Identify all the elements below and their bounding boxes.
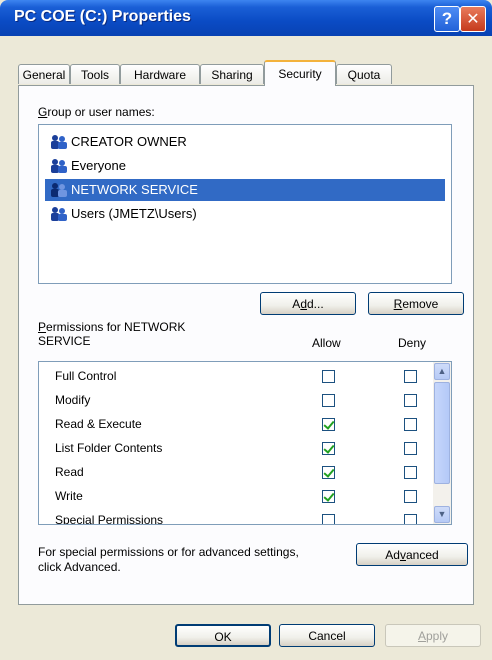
properties-dialog: PC COE (C:) Properties ? ✕ General Tools… [0,0,492,660]
permission-row: Special Permissions [39,509,433,524]
advanced-button[interactable]: Advanced [356,543,468,566]
help-icon: ? [441,9,453,28]
permission-row: Modify [39,389,433,414]
deny-checkbox[interactable] [404,394,417,407]
list-item[interactable]: Users (JMETZ\Users) [45,203,445,225]
tab-sharing[interactable]: Sharing [200,64,264,84]
cancel-button[interactable]: Cancel [279,624,375,647]
list-item[interactable]: CREATOR OWNER [45,131,445,153]
deny-checkbox[interactable] [404,418,417,431]
tab-tools[interactable]: Tools [70,64,120,84]
group-names-label: Group or user names: [38,105,155,119]
permissions-list[interactable]: Full Control Modify Read & Execute List … [38,361,452,525]
allow-checkbox[interactable] [322,370,335,383]
allow-checkbox[interactable] [322,466,335,479]
close-icon: ✕ [466,9,480,28]
permission-row: Full Control [39,365,433,390]
permission-row: Write [39,485,433,510]
user-list[interactable]: CREATOR OWNER Everyone NETWORK SERVICE U… [38,124,452,284]
tab-general[interactable]: General [18,64,70,84]
deny-column-header: Deny [398,336,427,350]
help-button[interactable]: ? [434,6,460,32]
deny-checkbox[interactable] [404,442,417,455]
allow-checkbox[interactable] [322,442,335,455]
deny-checkbox[interactable] [404,490,417,503]
deny-checkbox[interactable] [404,466,417,479]
permissions-label: Permissions for NETWORK SERVICE [38,320,186,348]
permission-row: List Folder Contents [39,437,433,462]
user-group-icon [51,183,67,197]
allow-checkbox[interactable] [322,418,335,431]
scroll-thumb[interactable] [434,382,450,484]
list-item[interactable]: Everyone [45,155,445,177]
scroll-up-arrow-icon[interactable]: ▲ [434,363,450,380]
deny-checkbox[interactable] [404,514,417,524]
tab-security[interactable]: Security [264,60,336,86]
user-group-icon [51,135,67,149]
permission-row: Read & Execute [39,413,433,438]
user-group-icon [51,159,67,173]
ok-button[interactable]: OK [175,624,271,647]
tab-quota[interactable]: Quota [336,64,392,84]
allow-checkbox[interactable] [322,514,335,524]
permission-row: Read [39,461,433,486]
tab-hardware[interactable]: Hardware [120,64,200,84]
deny-checkbox[interactable] [404,370,417,383]
user-group-icon [51,207,67,221]
add-button[interactable]: Add... [260,292,356,315]
remove-button[interactable]: Remove [368,292,464,315]
apply-button[interactable]: Apply [385,624,481,647]
list-item-selected[interactable]: NETWORK SERVICE [45,179,445,201]
window-title: PC COE (C:) Properties [14,8,191,25]
scroll-down-arrow-icon[interactable]: ▼ [434,506,450,523]
allow-column-header: Allow [312,336,341,350]
close-button[interactable]: ✕ [460,6,486,32]
advanced-hint-text: For special permissions or for advanced … [38,545,299,574]
title-bar[interactable]: PC COE (C:) Properties ? ✕ [0,0,492,36]
allow-checkbox[interactable] [322,490,335,503]
vertical-scrollbar[interactable]: ▲ ▼ [433,362,451,524]
allow-checkbox[interactable] [322,394,335,407]
